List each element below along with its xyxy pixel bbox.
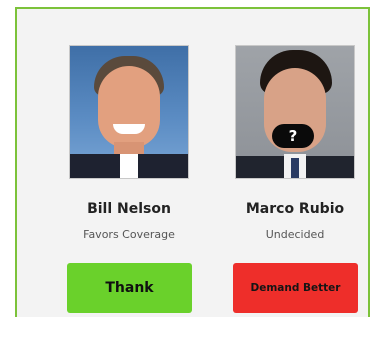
senator-panel: Bill Nelson Favors Coverage Thank ? Marc… [15, 7, 370, 317]
senator-card-rubio: ? Marco Rubio Undecided Demand Better [233, 45, 358, 313]
senator-name: Marco Rubio [245, 201, 345, 217]
senator-photo-nelson [69, 45, 189, 179]
question-mark-overlay: ? [272, 124, 314, 148]
senator-status: Favors Coverage [83, 228, 175, 241]
demand-better-button[interactable]: Demand Better [233, 263, 358, 313]
senator-card-nelson: Bill Nelson Favors Coverage Thank [67, 45, 192, 313]
senator-status: Undecided [265, 228, 325, 241]
senator-photo-rubio: ? [235, 45, 355, 179]
senator-name: Bill Nelson [87, 201, 171, 217]
thank-button[interactable]: Thank [67, 263, 192, 313]
